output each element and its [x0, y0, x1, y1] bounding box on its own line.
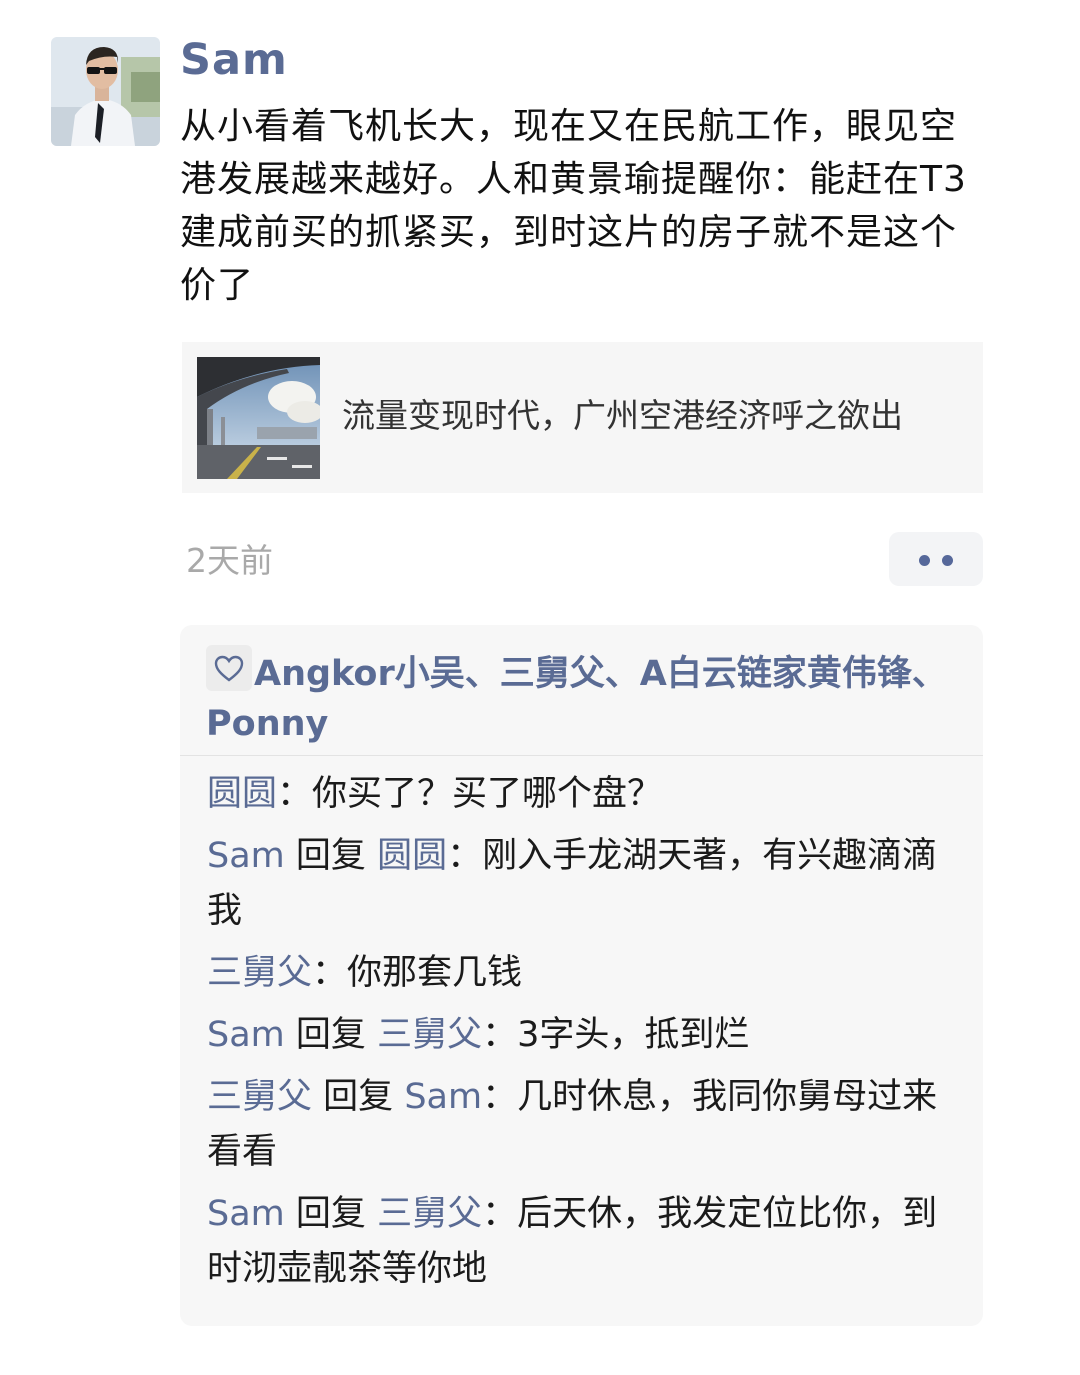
colon: ：	[312, 953, 348, 993]
divider	[180, 755, 983, 756]
liker-separator: 、	[464, 654, 500, 694]
comment-text: 你那套几钱	[347, 953, 523, 993]
comment-text: 你买了？买了哪个盘？	[312, 774, 663, 814]
comment-text: 3字头，抵到烂	[517, 1015, 750, 1055]
comment-item[interactable]: 圆圆：你买了？买了哪个盘？	[207, 767, 947, 822]
reply-word: 回复	[295, 1194, 366, 1234]
more-dots-icon	[942, 555, 953, 566]
comment-text: 几时休息，我同你舅母过来看看	[207, 1077, 938, 1172]
more-dots-icon	[919, 555, 930, 566]
colon: ：	[482, 1077, 518, 1117]
author-name[interactable]: Sam	[180, 30, 288, 90]
comment-item[interactable]: Sam 回复 圆圆：刚入手龙湖天著，有兴趣滴滴我	[207, 829, 947, 939]
liker-name[interactable]: A白云链家黄伟锋	[640, 654, 912, 694]
liker-name[interactable]: Angkor小吴	[254, 654, 465, 694]
colon: ：	[277, 774, 313, 814]
reply-target-name[interactable]: 三舅父	[377, 1015, 482, 1055]
commenter-name[interactable]: Sam	[207, 1015, 285, 1055]
commenter-name[interactable]: Sam	[207, 836, 285, 876]
comment-item[interactable]: Sam 回复 三舅父：后天休，我发定位比你，到时沏壶靓茶等你地	[207, 1187, 947, 1297]
liker-separator: 、	[911, 654, 947, 694]
reply-word: 回复	[295, 836, 366, 876]
likes-row: Angkor小吴、三舅父、A白云链家黄伟锋、Ponny	[206, 645, 966, 749]
reply-word: 回复	[323, 1077, 394, 1117]
post-time: 2天前	[186, 541, 273, 580]
liker-name[interactable]: Ponny	[206, 704, 328, 744]
comment-item[interactable]: 三舅父：你那套几钱	[207, 946, 947, 1001]
avatar-photo	[51, 37, 160, 146]
liker-name[interactable]: 三舅父	[500, 654, 605, 694]
avatar[interactable]	[51, 37, 160, 146]
comment-item[interactable]: Sam 回复 三舅父：3字头，抵到烂	[207, 1008, 947, 1063]
commenter-name[interactable]: 三舅父	[207, 953, 312, 993]
colon: ：	[482, 1194, 518, 1234]
reply-word: 回复	[295, 1015, 366, 1055]
commenter-name[interactable]: 三舅父	[207, 1077, 312, 1117]
colon: ：	[447, 836, 483, 876]
reply-target-name[interactable]: 三舅父	[377, 1194, 482, 1234]
interaction-panel: Angkor小吴、三舅父、A白云链家黄伟锋、Ponny 圆圆：你买了？买了哪个盘…	[180, 625, 983, 1326]
heart-icon	[206, 645, 252, 691]
link-title: 流量变现时代，广州空港经济呼之欲出	[342, 396, 903, 435]
liker-separator: 、	[604, 654, 640, 694]
link-thumbnail	[197, 357, 320, 479]
link-card[interactable]: 流量变现时代，广州空港经济呼之欲出	[182, 342, 983, 493]
comment-item[interactable]: 三舅父 回复 Sam：几时休息，我同你舅母过来看看	[207, 1070, 947, 1180]
reply-target-name[interactable]: Sam	[404, 1077, 482, 1117]
comment-list: 圆圆：你买了？买了哪个盘？ Sam 回复 圆圆：刚入手龙湖天著，有兴趣滴滴我 三…	[207, 767, 947, 1304]
post-text: 从小看着飞机长大，现在又在民航工作，眼见空港发展越来越好。人和黄景瑜提醒你：能赶…	[180, 106, 967, 306]
more-button[interactable]	[889, 532, 983, 586]
commenter-name[interactable]: 圆圆	[207, 774, 277, 814]
commenter-name[interactable]: Sam	[207, 1194, 285, 1234]
reply-target-name[interactable]: 圆圆	[377, 836, 447, 876]
colon: ：	[482, 1015, 518, 1055]
